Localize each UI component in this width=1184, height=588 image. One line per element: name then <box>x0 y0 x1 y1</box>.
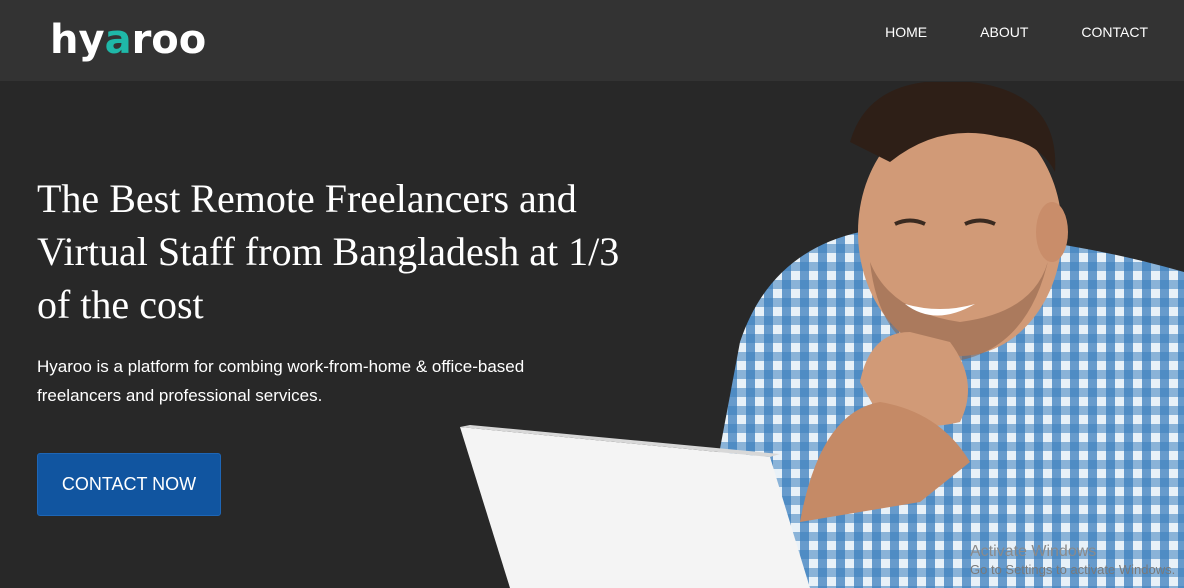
nav-about[interactable]: ABOUT <box>980 24 1028 40</box>
hero-photo <box>460 82 1184 588</box>
logo-text-start: hy <box>50 17 105 63</box>
nav-contact[interactable]: CONTACT <box>1081 24 1148 40</box>
contact-now-button[interactable]: CONTACT NOW <box>37 453 221 516</box>
main-nav: HOME ABOUT CONTACT <box>832 24 1148 40</box>
activate-windows-watermark: Activate Windows Go to Settings to activ… <box>970 543 1175 579</box>
watermark-subtitle: Go to Settings to activate Windows. <box>970 562 1176 577</box>
watermark-title: Activate Windows <box>970 543 1097 560</box>
logo-text-end: roo <box>131 17 207 63</box>
logo-accent-letter: a <box>104 17 132 63</box>
site-header: hyaroo HOME ABOUT CONTACT <box>0 0 1184 81</box>
logo[interactable]: hyaroo <box>50 14 206 66</box>
nav-home[interactable]: HOME <box>885 24 927 40</box>
